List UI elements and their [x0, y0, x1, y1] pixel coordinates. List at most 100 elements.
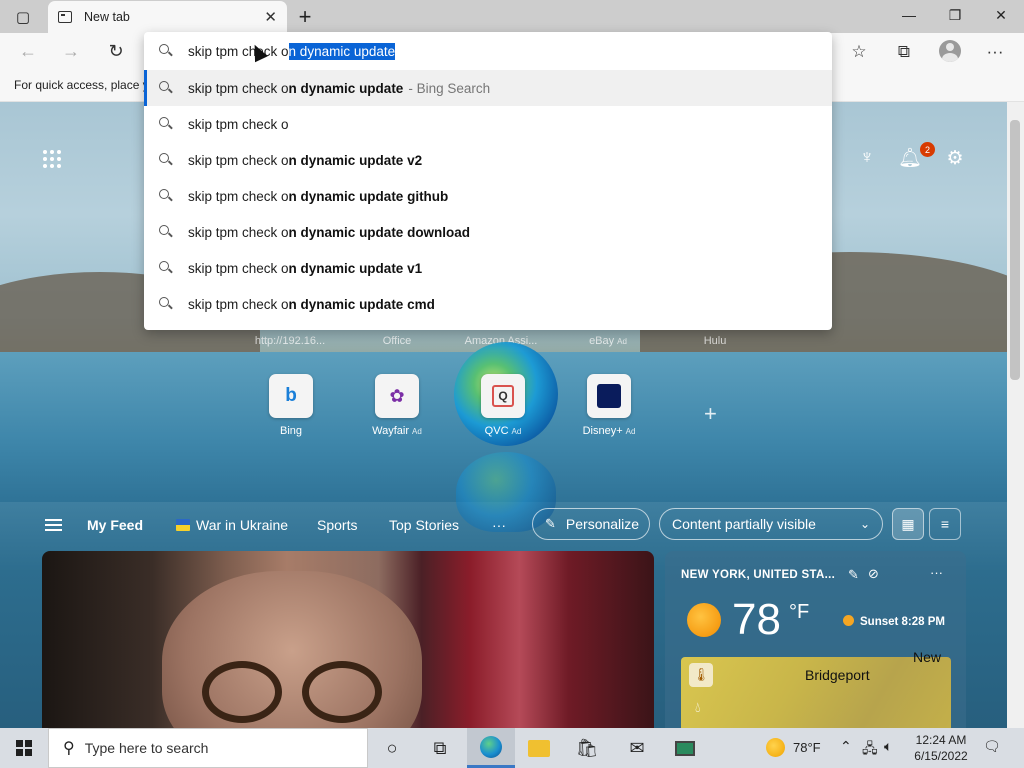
suggestion-completion: n dynamic update cmd	[288, 296, 435, 312]
glasses-lens-right	[302, 661, 382, 723]
suggestion-prefix: skip tpm check o	[188, 152, 289, 168]
mail-icon[interactable]: ✉	[613, 728, 661, 768]
close-tab-icon[interactable]: ✕	[264, 8, 277, 26]
start-button[interactable]	[0, 728, 48, 768]
personalize-button[interactable]: ✎ Personalize	[532, 508, 650, 540]
content-visibility-dropdown[interactable]: Content partially visible ⌄	[659, 508, 883, 540]
edit-location-icon[interactable]: ✎	[848, 567, 859, 583]
quick-link-disney[interactable]	[587, 374, 631, 418]
sunset-time: Sunset 8:28 PM	[843, 615, 945, 628]
apps-launcher-icon[interactable]	[43, 150, 61, 168]
search-icon	[159, 297, 173, 311]
refresh-button[interactable]: ↻	[100, 33, 132, 70]
quick-link-qvc[interactable]: Q	[481, 374, 525, 418]
pencil-icon: ✎	[545, 516, 556, 531]
quick-link-label[interactable]: Hulu	[670, 335, 760, 347]
suggestion-prefix: skip tpm check o	[188, 260, 289, 276]
app-taskbar-icon[interactable]	[661, 728, 709, 768]
suggestion-item[interactable]: skip tpm check on dynamic update github	[144, 178, 832, 214]
quick-link-label[interactable]: Office	[352, 335, 442, 347]
rewards-icon[interactable]: ♆	[854, 145, 880, 171]
autocomplete-selection: n dynamic update	[288, 42, 396, 60]
tab-my-feed[interactable]: My Feed	[87, 517, 143, 533]
folder-icon	[528, 739, 550, 757]
suggestion-source: - Bing Search	[408, 80, 491, 96]
ukraine-flag-icon	[176, 519, 190, 531]
more-tabs-icon[interactable]: ···	[492, 517, 506, 533]
grid-icon: ▦	[901, 515, 915, 532]
favorites-star-icon[interactable]: ☆	[843, 37, 875, 67]
suggestion-item[interactable]: skip tpm check on dynamic update - Bing S…	[144, 70, 832, 106]
temperature-unit[interactable]: °F	[789, 601, 809, 624]
sunny-icon	[687, 603, 721, 637]
news-card[interactable]	[42, 551, 654, 731]
quick-link-ebay-label: eBay	[589, 335, 615, 347]
tab-war-in-ukraine[interactable]: War in Ukraine	[176, 517, 288, 533]
quick-link-label[interactable]: http://192.16...	[245, 335, 335, 347]
profile-avatar[interactable]	[939, 40, 961, 62]
address-bar-input[interactable]: skip tpm check on dynamic update	[144, 32, 832, 70]
cortana-icon[interactable]: ○	[368, 728, 416, 768]
quick-link-wayfair[interactable]: ✿	[375, 374, 419, 418]
feed-menu-icon[interactable]	[45, 519, 62, 531]
map-city-label: New	[913, 649, 942, 665]
list-view-button[interactable]: ≡	[929, 508, 961, 540]
add-quick-link-icon[interactable]: +	[704, 401, 717, 427]
new-tab-button[interactable]: +	[292, 4, 318, 30]
restore-button[interactable]: ❐	[932, 0, 978, 30]
weather-map[interactable]: 🌡︎ 💧︎ Bridgeport New	[681, 649, 951, 731]
suggestion-item[interactable]: skip tpm check on dynamic update v1	[144, 250, 832, 286]
quick-link-text: Bing	[279, 425, 303, 437]
new-tab-favicon-icon	[58, 11, 72, 23]
page-settings-gear-icon[interactable]: ⚙	[942, 145, 968, 171]
task-view-icon[interactable]: ⧉	[416, 728, 464, 768]
suggestion-item[interactable]: skip tpm check on dynamic update cmd	[144, 286, 832, 322]
quick-link-label[interactable]: eBay Ad	[563, 335, 653, 347]
more-options-icon[interactable]: ···	[930, 565, 943, 580]
tab-top-stories[interactable]: Top Stories	[389, 517, 459, 533]
action-center-icon[interactable]: 🗨︎	[983, 738, 1001, 755]
suggestion-prefix: skip tpm check o	[188, 80, 289, 96]
suggestion-prefix: skip tpm check o	[188, 188, 289, 204]
search-icon	[159, 153, 173, 167]
file-explorer-icon[interactable]	[515, 728, 563, 768]
edge-taskbar-icon[interactable]	[467, 728, 515, 768]
volume-muted-icon[interactable]: 🔈︎	[884, 738, 892, 755]
weather-card[interactable]: NEW YORK, UNITED STA... ✎ ⊘ ··· 78 °F Su…	[665, 551, 966, 731]
taskbar-search-box[interactable]: ⚲ Type here to search	[48, 728, 368, 768]
precipitation-icon[interactable]: 💧︎	[695, 699, 701, 716]
weather-settings-icon[interactable]: ⊘	[868, 566, 879, 582]
tray-temperature[interactable]: 78°F	[793, 740, 821, 755]
notification-count-badge: 2	[920, 142, 935, 157]
search-icon	[159, 81, 173, 95]
tab-new-tab[interactable]: New tab ✕	[48, 1, 287, 33]
suggestion-item[interactable]: skip tpm check on dynamic update v2	[144, 142, 832, 178]
back-button[interactable]: ←	[12, 33, 44, 70]
network-icon[interactable]: 🖧︎	[862, 738, 878, 762]
title-bar: ▢ New tab ✕ + — ❐ ✕	[0, 0, 1024, 33]
tab-sports[interactable]: Sports	[317, 517, 357, 533]
scrollbar-thumb[interactable]	[1010, 120, 1020, 380]
ad-badge: Ad	[511, 427, 522, 436]
grid-view-button[interactable]: ▦	[892, 508, 924, 540]
close-window-button[interactable]: ✕	[978, 0, 1024, 30]
minimize-button[interactable]: —	[886, 0, 932, 30]
weather-tray-icon[interactable]	[766, 738, 785, 757]
system-clock[interactable]: 12:24 AM 6/15/2022	[905, 732, 977, 764]
search-icon	[159, 117, 173, 131]
quick-link-bing[interactable]: b	[269, 374, 313, 418]
content-visibility-label: Content partially visible	[672, 516, 816, 532]
edge-icon	[480, 735, 502, 758]
settings-more-icon[interactable]: ···	[979, 37, 1011, 67]
tab-actions-icon[interactable]: ▢	[0, 0, 46, 33]
show-hidden-icons-chevron-icon[interactable]: ⌃	[840, 738, 852, 755]
suggestion-prefix: skip tpm check o	[188, 296, 289, 312]
microsoft-store-icon[interactable]: 🛍︎	[563, 728, 611, 768]
forward-button[interactable]: →	[55, 33, 87, 70]
suggestion-completion: n dynamic update	[288, 80, 404, 96]
collections-icon[interactable]: ⧉	[888, 37, 920, 67]
suggestion-item[interactable]: skip tpm check on dynamic update downloa…	[144, 214, 832, 250]
suggestion-item[interactable]: skip tpm check o	[144, 106, 832, 142]
list-icon: ≡	[940, 516, 950, 532]
thermometer-icon[interactable]: 🌡︎	[689, 663, 713, 687]
